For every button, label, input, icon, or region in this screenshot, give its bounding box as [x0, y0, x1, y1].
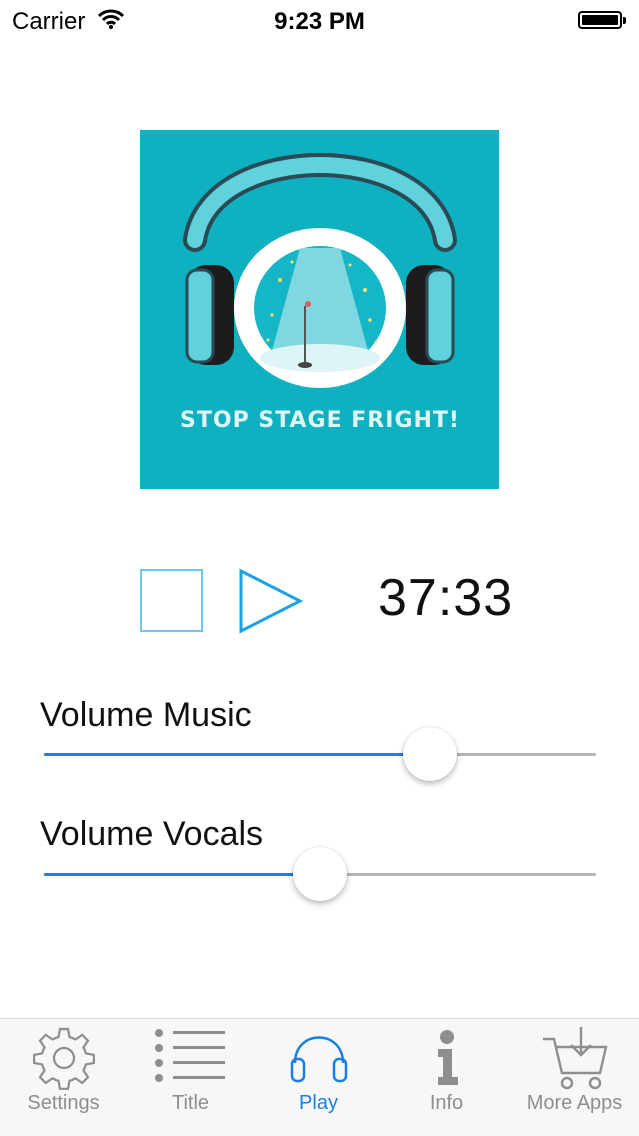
cart-icon [542, 1027, 608, 1090]
tab-settings-label: Settings [27, 1092, 100, 1114]
list-icon [154, 1029, 225, 1082]
slider-thumb[interactable] [403, 727, 458, 781]
info-icon [437, 1030, 458, 1085]
slider-fill [44, 753, 431, 756]
artwork-caption: STOP STAGE FRIGHT! [180, 408, 460, 433]
play-icon [239, 568, 304, 634]
time-remaining: 37:33 [378, 569, 514, 627]
headphones-icon [290, 1036, 347, 1083]
play-button[interactable] [238, 568, 304, 634]
tab-settings[interactable]: Settings [0, 1019, 127, 1136]
tab-title[interactable]: Title [127, 1019, 254, 1136]
volume-vocals-slider[interactable] [44, 845, 596, 905]
volume-music-slider[interactable] [44, 725, 596, 785]
stop-button[interactable] [140, 569, 203, 632]
clock: 9:23 PM [274, 8, 365, 35]
gear-icon [32, 1027, 95, 1090]
tab-bar: Settings Title Play Info More Apps [0, 1018, 639, 1136]
tab-more-apps-label: More Apps [526, 1092, 623, 1114]
tab-info-label: Info [429, 1092, 464, 1114]
headphones-logo-image: STOP STAGE FRIGHT! [180, 153, 460, 433]
tab-title-label: Title [171, 1092, 210, 1114]
battery-icon [578, 11, 626, 29]
tab-play-label: Play [299, 1092, 338, 1114]
album-artwork: STOP STAGE FRIGHT! [140, 130, 499, 489]
slider-thumb[interactable] [293, 847, 347, 901]
status-bar: Carrier 9:23 PM [0, 0, 639, 40]
tab-info[interactable]: Info [383, 1019, 510, 1136]
tab-more-apps[interactable]: More Apps [511, 1019, 638, 1136]
slider-fill [44, 873, 320, 876]
tab-play[interactable]: Play [255, 1019, 382, 1136]
